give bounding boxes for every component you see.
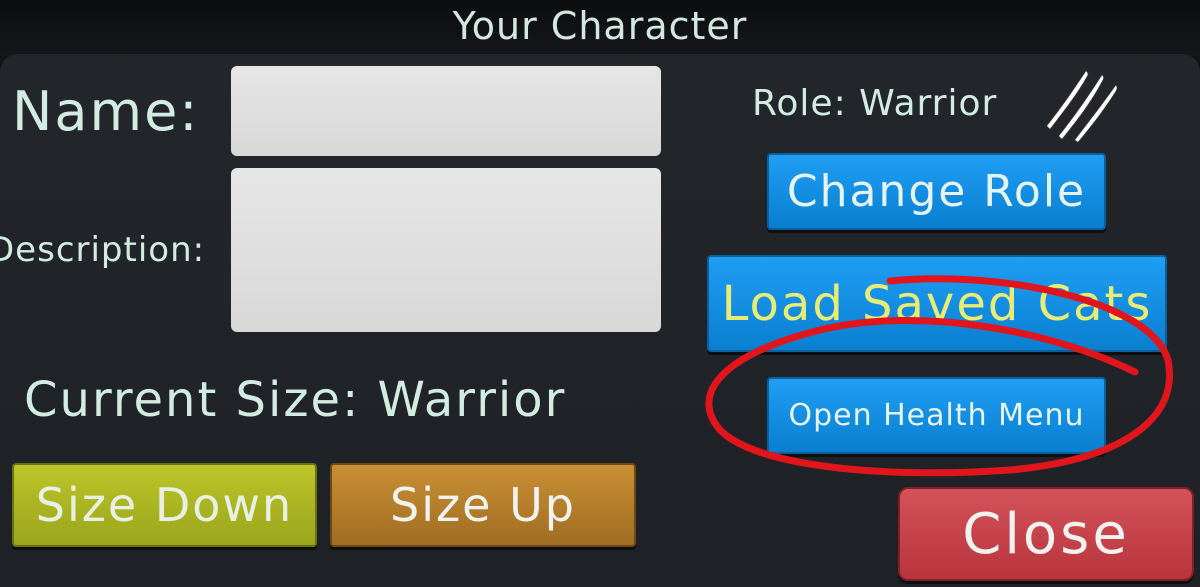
description-label: Description: [0,230,206,270]
size-up-button[interactable]: Size Up [330,463,636,547]
role-label: Role: Warrior [752,83,998,124]
claw-marks-icon [1044,68,1119,144]
description-field[interactable] [231,168,661,332]
window-title: Your Character [452,4,748,48]
close-button[interactable]: Close [898,487,1194,581]
current-size-label: Current Size: Warrior [24,372,567,428]
load-saved-cats-button[interactable]: Load Saved Cats [707,255,1167,352]
size-down-button[interactable]: Size Down [12,463,317,547]
open-health-menu-button[interactable]: Open Health Menu [767,377,1106,454]
change-role-button[interactable]: Change Role [767,153,1106,230]
name-field[interactable] [231,66,661,156]
name-label: Name: [12,80,200,143]
